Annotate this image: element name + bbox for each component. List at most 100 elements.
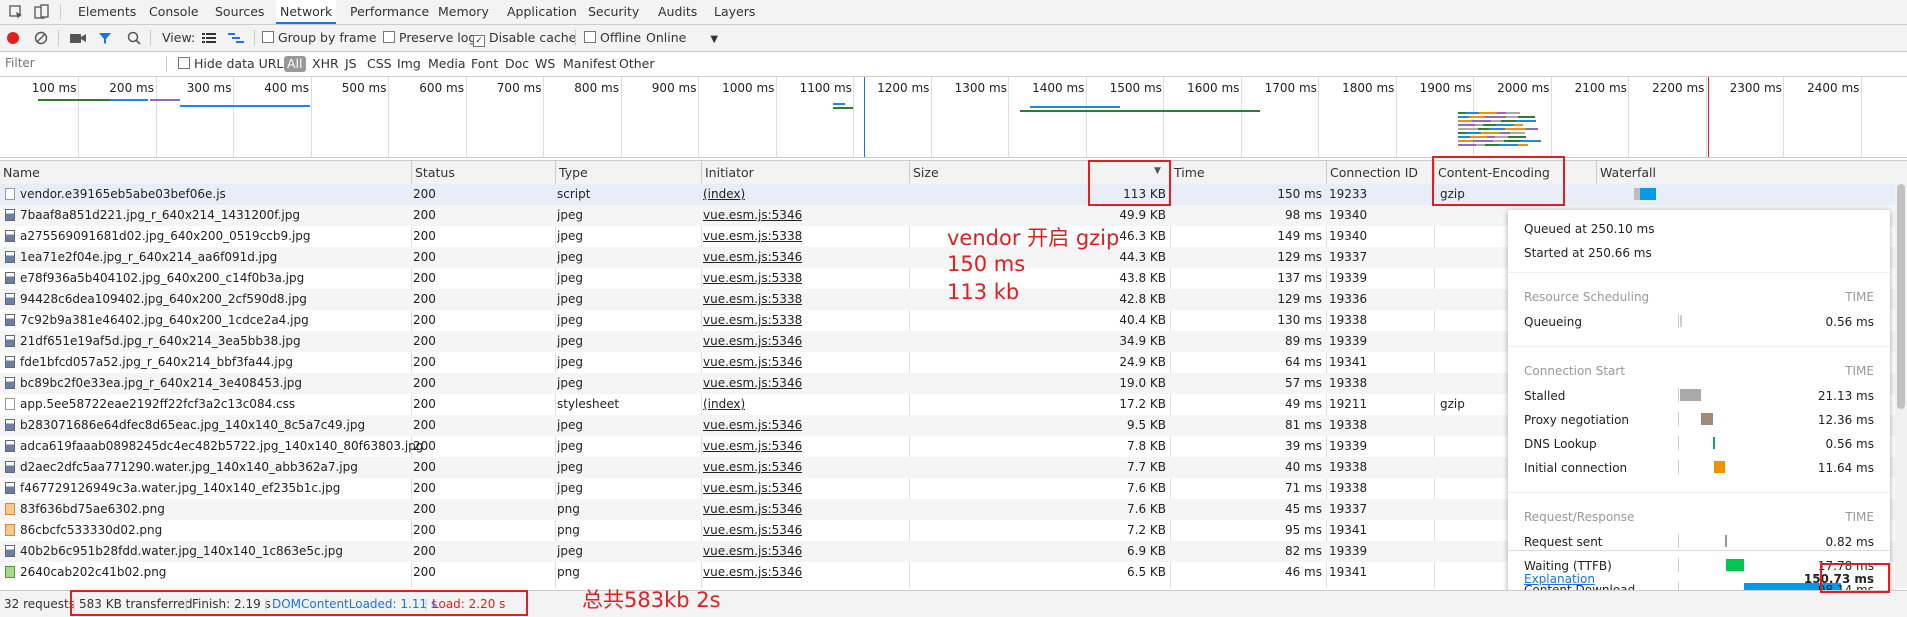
overview-bar: [1518, 116, 1535, 118]
overview-bar: [1506, 112, 1520, 114]
overview-bar: [1030, 106, 1120, 108]
type-filter-other[interactable]: Other: [619, 52, 655, 76]
search-icon[interactable]: [127, 31, 141, 45]
disable-cache-checkbox[interactable]: ✓ Disable cache: [473, 25, 576, 51]
cell-initiator[interactable]: vue.esm.js:5346: [703, 415, 802, 436]
tab-layers[interactable]: Layers: [710, 0, 759, 24]
group-by-frame-label: Group by frame: [278, 30, 377, 45]
overview-bar: [1518, 144, 1528, 146]
overview-tick-label: 2400 ms: [1807, 81, 1860, 95]
overview-tick-label: 500 ms: [341, 81, 387, 95]
clear-icon[interactable]: [34, 31, 48, 45]
waterfall-overview-icon[interactable]: [228, 32, 244, 44]
tab-elements[interactable]: Elements: [74, 0, 140, 24]
image-icon: [5, 314, 15, 326]
table-row[interactable]: vendor.e39165eb5abe03bef06e.js 200 script (…: [0, 184, 1895, 205]
cell-initiator[interactable]: vue.esm.js:5346: [703, 331, 802, 352]
offline-label: Offline: [600, 30, 642, 45]
cell-initiator[interactable]: vue.esm.js:5346: [703, 520, 802, 541]
overview-gridline: [1395, 77, 1397, 157]
cell-initiator[interactable]: vue.esm.js:5338: [703, 226, 802, 247]
type-filter-font[interactable]: Font: [471, 52, 498, 76]
cell-initiator[interactable]: vue.esm.js:5338: [703, 310, 802, 331]
column-header-name[interactable]: Name: [0, 161, 411, 184]
overview-bar: [1481, 132, 1500, 134]
cell-size: 7.6 KB: [1127, 481, 1166, 495]
column-header-status[interactable]: Status: [411, 161, 555, 184]
preserve-log-checkbox[interactable]: Preserve log: [383, 25, 476, 51]
tab-security[interactable]: Security: [584, 0, 643, 24]
timing-bar-track: [1678, 412, 1679, 426]
overview-bar: [1479, 112, 1497, 114]
overview-bar: [1520, 140, 1541, 142]
group-by-frame-checkbox[interactable]: Group by frame: [262, 25, 376, 51]
network-overview[interactable]: 100 ms 200 ms 300 ms 400 ms 500 ms 600 ms 700 …: [0, 77, 1907, 158]
timing-phase-label: DNS Lookup: [1524, 437, 1597, 451]
tab-console[interactable]: Console: [145, 0, 203, 24]
filter-icon[interactable]: [98, 31, 112, 45]
column-header-type[interactable]: Type: [555, 161, 701, 184]
column-header-connection-id[interactable]: Connection ID: [1326, 161, 1434, 184]
cell-initiator[interactable]: vue.esm.js:5338: [703, 268, 802, 289]
type-filter-all[interactable]: All: [284, 56, 306, 72]
explanation-link[interactable]: Explanation: [1524, 572, 1595, 586]
type-filter-media[interactable]: Media: [428, 52, 466, 76]
type-filter-js[interactable]: JS: [345, 52, 357, 76]
type-filter-img[interactable]: Img: [397, 52, 421, 76]
filter-input[interactable]: [2, 55, 168, 71]
cell-name: adca619faaab0898245dc4ec482b5722.jpg_140…: [20, 439, 424, 453]
cell-initiator[interactable]: vue.esm.js:5346: [703, 205, 802, 226]
large-rows-icon[interactable]: [202, 32, 216, 44]
tab-sources[interactable]: Sources: [211, 0, 268, 24]
tab-memory[interactable]: Memory: [434, 0, 493, 24]
cell-initiator[interactable]: vue.esm.js:5346: [703, 352, 802, 373]
cell-time: 64 ms: [1284, 355, 1322, 369]
cell-status: 200: [413, 523, 436, 537]
cell-initiator[interactable]: vue.esm.js:5346: [703, 457, 802, 478]
chevron-down-icon: ▼: [710, 34, 719, 45]
cell-initiator[interactable]: vue.esm.js:5346: [703, 562, 802, 583]
overview-bar: [1497, 112, 1506, 114]
timing-section-time-label: TIME: [1845, 510, 1874, 524]
column-header-time[interactable]: Time: [1170, 161, 1326, 184]
cell-initiator[interactable]: vue.esm.js:5346: [703, 499, 802, 520]
tab-performance[interactable]: Performance: [346, 0, 433, 24]
dom-content-loaded-marker: [864, 77, 865, 157]
screenshot-camera-icon[interactable]: [70, 32, 86, 44]
cell-initiator[interactable]: vue.esm.js:5346: [703, 478, 802, 499]
type-filter-css[interactable]: CSS: [367, 52, 392, 76]
throttle-select[interactable]: Online ▼: [646, 25, 718, 51]
hide-data-urls-checkbox[interactable]: Hide data URLs: [178, 52, 290, 76]
overview-tick-label: 1000 ms: [722, 81, 775, 95]
cell-initiator[interactable]: vue.esm.js:5346: [703, 373, 802, 394]
type-filter-ws[interactable]: WS: [535, 52, 555, 76]
cell-initiator[interactable]: (index): [703, 184, 745, 205]
cell-time: 89 ms: [1284, 334, 1322, 348]
scrollbar-thumb[interactable]: [1897, 184, 1905, 409]
cell-initiator[interactable]: (index): [703, 394, 745, 415]
offline-checkbox[interactable]: Offline: [584, 25, 641, 51]
tab-audits[interactable]: Audits: [654, 0, 701, 24]
cell-initiator[interactable]: vue.esm.js:5346: [703, 541, 802, 562]
column-header-waterfall[interactable]: Waterfall: [1596, 161, 1907, 184]
table-scrollbar[interactable]: [1895, 184, 1907, 588]
cell-initiator[interactable]: vue.esm.js:5346: [703, 436, 802, 457]
cell-status: 200: [413, 439, 436, 453]
tab-application[interactable]: Application: [503, 0, 581, 24]
throttle-value: Online: [646, 30, 687, 45]
type-filter-manifest[interactable]: Manifest: [563, 52, 616, 76]
cell-initiator[interactable]: vue.esm.js:5338: [703, 289, 802, 310]
device-toolbar-icon[interactable]: [34, 4, 50, 20]
type-filter-doc[interactable]: Doc: [505, 52, 529, 76]
request-table-header: Name Status Type Initiator Size ▼ Time C…: [0, 160, 1907, 185]
column-header-initiator[interactable]: Initiator: [701, 161, 909, 184]
overview-tick-label: 2200 ms: [1652, 81, 1705, 95]
image-icon: [5, 440, 15, 452]
cell-size: 7.6 KB: [1127, 502, 1166, 516]
record-icon[interactable]: [6, 31, 20, 45]
inspect-element-icon[interactable]: [8, 4, 24, 20]
type-filter-xhr[interactable]: XHR: [312, 52, 339, 76]
cell-initiator[interactable]: vue.esm.js:5346: [703, 247, 802, 268]
tab-network[interactable]: Network: [276, 0, 337, 24]
overview-bar: [833, 103, 845, 105]
